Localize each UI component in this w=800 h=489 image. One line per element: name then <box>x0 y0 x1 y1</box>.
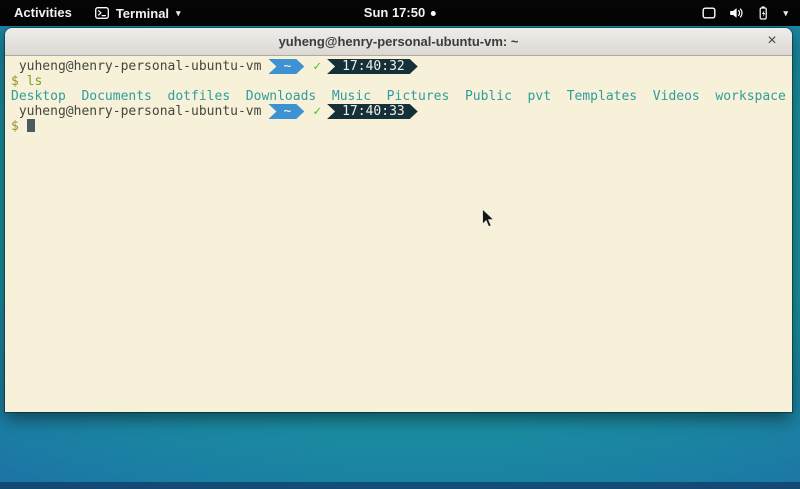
command-text: ls <box>27 74 43 89</box>
app-menu[interactable]: Terminal ▾ <box>86 0 189 26</box>
network-icon <box>701 5 717 21</box>
activities-button[interactable]: Activities <box>0 0 86 26</box>
prompt-user: yuheng@henry-personal-ubuntu-vm <box>11 104 261 119</box>
window-titlebar[interactable]: yuheng@henry-personal-ubuntu-vm: ~ × <box>5 28 792 56</box>
ls-output: Desktop Documents dotfiles Downloads Mus… <box>11 89 786 104</box>
app-menu-label: Terminal <box>116 6 169 21</box>
notification-dot <box>431 11 436 16</box>
terminal-line: $ <box>11 119 792 134</box>
terminal-line: yuheng@henry-personal-ubuntu-vm ~ ✓ 17:40:3… <box>11 59 792 74</box>
app-menu-caret-icon: ▾ <box>176 0 181 26</box>
window-title: yuheng@henry-personal-ubuntu-vm: ~ <box>279 34 519 49</box>
prompt-path-segment: ~ <box>268 104 304 119</box>
volume-icon <box>728 5 744 21</box>
battery-charging-icon <box>755 5 771 21</box>
terminal-screen[interactable]: yuheng@henry-personal-ubuntu-vm ~ ✓ 17:40:3… <box>5 56 792 412</box>
system-status-area[interactable]: ▾ <box>701 0 794 26</box>
prompt-dollar: $ <box>11 119 27 134</box>
terminal-line: $ ls <box>11 74 792 89</box>
clock-label: Sun 17:50 <box>364 0 425 26</box>
close-button[interactable]: × <box>761 28 783 55</box>
prompt-path-segment: ~ <box>268 59 304 74</box>
terminal-window: yuheng@henry-personal-ubuntu-vm: ~ × yuh… <box>5 28 792 412</box>
clock-button[interactable]: Sun 17:50 <box>364 0 436 26</box>
success-check-icon: ✓ <box>313 104 321 119</box>
top-bar: Activities Terminal ▾ Sun 17:50 <box>0 0 800 26</box>
chevron-down-icon: ▾ <box>783 0 788 26</box>
prompt-time-segment: 17:40:32 <box>327 59 418 74</box>
prompt-user: yuheng@henry-personal-ubuntu-vm <box>11 59 261 74</box>
terminal-app-icon <box>94 5 110 21</box>
prompt-dollar: $ <box>11 74 27 89</box>
block-cursor <box>27 119 35 132</box>
prompt-time-segment: 17:40:33 <box>327 104 418 119</box>
terminal-line: Desktop Documents dotfiles Downloads Mus… <box>11 89 792 104</box>
terminal-line: yuheng@henry-personal-ubuntu-vm ~ ✓ 17:40:3… <box>11 104 792 119</box>
success-check-icon: ✓ <box>313 59 321 74</box>
